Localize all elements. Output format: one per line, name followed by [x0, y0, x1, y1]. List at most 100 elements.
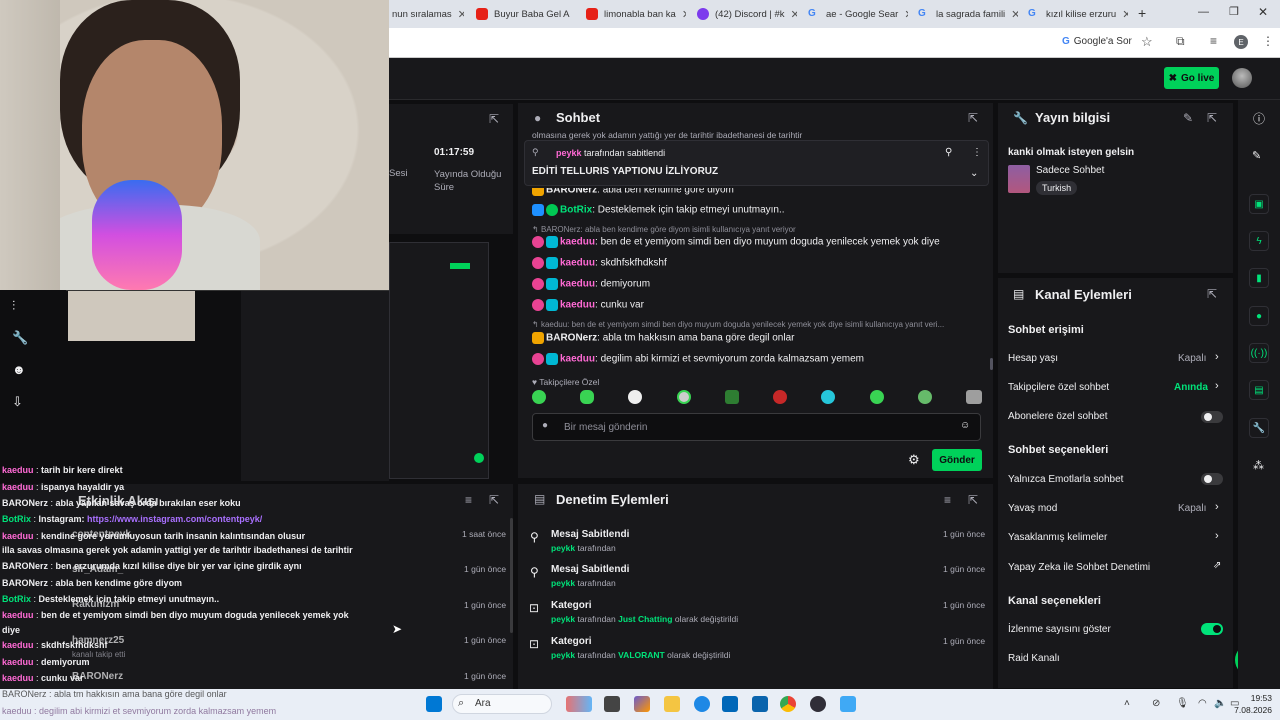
- windows-start-icon[interactable]: [426, 696, 442, 712]
- community-icon[interactable]: ☻: [12, 362, 26, 377]
- close-icon[interactable]: ✕: [1011, 8, 1018, 21]
- emote-icon[interactable]: [532, 390, 546, 404]
- unpin-icon[interactable]: ⚲: [945, 147, 952, 158]
- emote-icon[interactable]: [821, 390, 836, 404]
- banned-words-label[interactable]: Yasaklanmış kelimeler: [1008, 532, 1107, 543]
- popout-icon[interactable]: ⇱: [968, 111, 978, 125]
- tray-chevron-icon[interactable]: ˄: [1124, 698, 1130, 709]
- activity-scrollbar[interactable]: [510, 518, 513, 633]
- rail-button-chat[interactable]: ●: [1249, 306, 1269, 326]
- menu-kebab-icon[interactable]: ⋮: [1262, 34, 1274, 48]
- more-options-icon[interactable]: ⋮: [972, 147, 982, 158]
- ai-moderation-label[interactable]: Yapay Zeka ile Sohbet Denetimi: [1008, 562, 1150, 573]
- raid-channel-label[interactable]: Raid Kanalı: [1008, 653, 1060, 664]
- maximize-icon[interactable]: ❐: [1229, 5, 1239, 18]
- account-age-label[interactable]: Hesap yaşı: [1008, 353, 1058, 364]
- browser-tab[interactable]: nun sıralamas ✕: [392, 3, 464, 25]
- wrench-icon[interactable]: 🔧: [12, 330, 28, 346]
- task-view-icon[interactable]: [604, 696, 620, 712]
- chat-username[interactable]: kaeduu: [560, 300, 595, 311]
- go-live-button[interactable]: ✖ Go live: [1164, 67, 1219, 89]
- microphone-icon[interactable]: 🎙: [1176, 698, 1189, 709]
- copilot-icon[interactable]: [634, 696, 650, 712]
- chevron-right-icon[interactable]: ›: [1215, 351, 1219, 363]
- app-icon[interactable]: [840, 696, 856, 712]
- chat-username[interactable]: kaeduu: [560, 354, 595, 365]
- rail-button-layout[interactable]: ▤: [1249, 380, 1269, 400]
- clock-date[interactable]: 7.08.2026: [1228, 705, 1272, 715]
- browser-tab[interactable]: Gae - Google Sear ✕: [808, 3, 908, 25]
- chat-username[interactable]: BARONerz: [546, 333, 597, 344]
- rail-button-wrench[interactable]: 🔧: [1249, 418, 1269, 438]
- network-off-icon[interactable]: ⊘: [1152, 698, 1160, 709]
- profile-avatar[interactable]: E: [1234, 35, 1248, 49]
- emote-icon[interactable]: [869, 390, 884, 404]
- popout-icon[interactable]: ⇱: [1207, 111, 1217, 125]
- chevron-right-icon[interactable]: ›: [1215, 501, 1219, 513]
- external-link-icon[interactable]: ⇗: [1213, 560, 1221, 571]
- filter-icon[interactable]: ≡: [465, 493, 472, 507]
- mod-action-user[interactable]: peykk: [551, 578, 575, 588]
- avatar[interactable]: [1232, 68, 1252, 88]
- followers-chat-label[interactable]: Takipçilere özel sohbet: [1008, 382, 1109, 393]
- chevron-right-icon[interactable]: ›: [1215, 380, 1219, 392]
- close-icon[interactable]: ✕: [1122, 8, 1128, 21]
- mod-action-user[interactable]: peykk: [551, 543, 575, 553]
- close-window-icon[interactable]: ✕: [1258, 5, 1268, 19]
- chat-username[interactable]: kaeduu: [560, 237, 595, 248]
- browser-tab[interactable]: (42) Discord | #k ✕: [697, 3, 797, 25]
- upload-icon[interactable]: ⇩: [12, 394, 23, 410]
- mod-action-user[interactable]: peykk: [551, 614, 575, 624]
- rail-button-lightning[interactable]: ϟ: [1249, 231, 1269, 251]
- close-icon[interactable]: ✕: [904, 8, 908, 21]
- rail-button-clip[interactable]: ▮: [1249, 268, 1269, 288]
- close-icon[interactable]: ✕: [791, 8, 797, 21]
- emote-picker-icon[interactable]: ☺: [960, 420, 970, 431]
- chrome-icon[interactable]: [780, 696, 796, 712]
- chat-username[interactable]: kaeduu: [560, 258, 595, 269]
- bookmark-star-icon[interactable]: ☆: [1141, 34, 1153, 50]
- minimize-icon[interactable]: —: [1198, 6, 1209, 18]
- rail-button-camera[interactable]: ▣: [1249, 194, 1269, 214]
- info-icon[interactable]: ⓘ: [1253, 110, 1265, 127]
- emote-icon[interactable]: [724, 390, 739, 404]
- chat-username[interactable]: BotRix: [560, 205, 592, 216]
- browser-tab[interactable]: limonabla ban ka ✕: [586, 3, 686, 25]
- chat-username[interactable]: kaeduu: [560, 279, 595, 290]
- popout-icon[interactable]: ⇱: [968, 493, 978, 507]
- chevron-down-icon[interactable]: ⌄: [970, 168, 978, 179]
- popout-icon[interactable]: ⇱: [489, 493, 499, 507]
- emote-only-toggle[interactable]: [1201, 473, 1223, 485]
- new-tab-button[interactable]: +: [1138, 5, 1146, 21]
- show-viewers-toggle[interactable]: [1201, 623, 1223, 635]
- close-icon[interactable]: ✕: [682, 8, 686, 21]
- filter-icon[interactable]: ≡: [944, 493, 951, 507]
- clock-time[interactable]: 19:53: [1240, 693, 1272, 703]
- emote-icon[interactable]: [965, 390, 982, 404]
- emote-icon[interactable]: [676, 390, 691, 404]
- slow-mode-label[interactable]: Yavaş mod: [1008, 503, 1057, 514]
- chat-scrollbar[interactable]: [990, 358, 993, 370]
- popout-icon[interactable]: ⇱: [1207, 287, 1217, 301]
- overlay-link[interactable]: https://www.instagram.com/contentpeyk/: [87, 514, 262, 524]
- mod-action-user[interactable]: peykk: [551, 650, 575, 660]
- taskbar-search[interactable]: [452, 694, 552, 714]
- edit-icon[interactable]: ✎: [1183, 111, 1193, 125]
- rail-button-broadcast[interactable]: ((·)): [1249, 343, 1269, 363]
- subs-chat-toggle[interactable]: [1201, 411, 1223, 423]
- file-explorer-icon[interactable]: [664, 696, 680, 712]
- google-lens-button[interactable]: G Google'a Sor: [1062, 36, 1132, 47]
- send-button[interactable]: Gönder: [932, 449, 982, 471]
- emote-icon[interactable]: [580, 390, 595, 404]
- pencil-icon[interactable]: ✎: [1252, 149, 1261, 162]
- taskbar-widget-icon[interactable]: [566, 696, 592, 712]
- chevron-right-icon[interactable]: ›: [1215, 530, 1219, 542]
- obs-icon[interactable]: [810, 696, 826, 712]
- extensions-icon[interactable]: ⧉: [1176, 34, 1185, 49]
- emote-icon[interactable]: [628, 390, 643, 404]
- emote-icon[interactable]: [917, 390, 932, 404]
- stream-category[interactable]: Sadece Sohbet: [1036, 165, 1104, 176]
- outlook-icon[interactable]: [752, 696, 768, 712]
- edge-icon[interactable]: [694, 696, 710, 712]
- media-icon[interactable]: ≡: [1210, 34, 1217, 48]
